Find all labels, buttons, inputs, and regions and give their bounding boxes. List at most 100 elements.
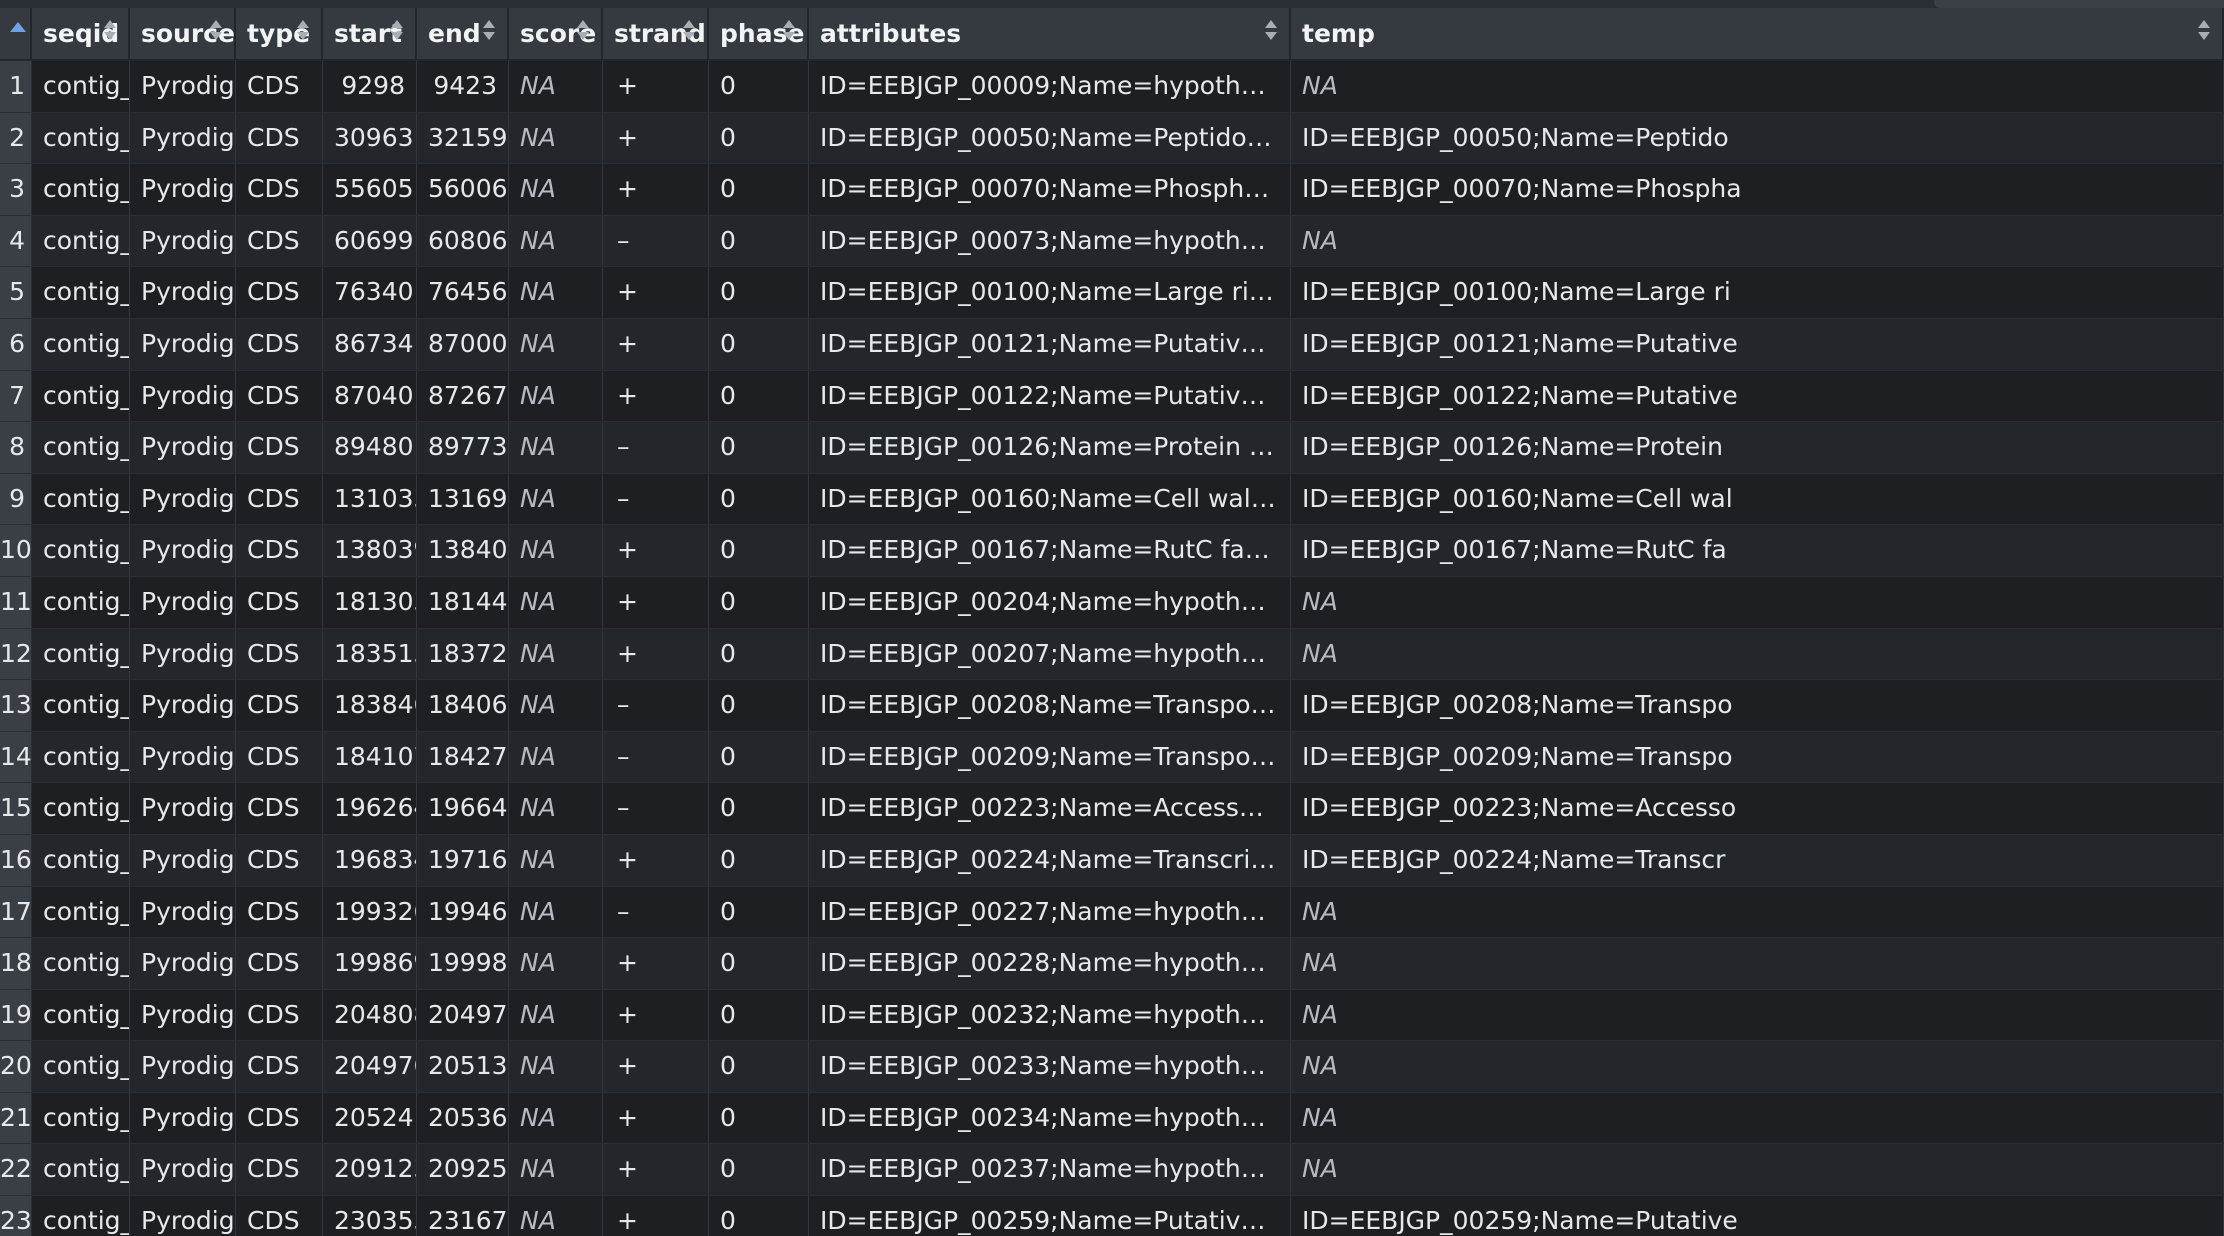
cell-type: CDS [236,886,323,938]
cell-seqid: contig_1 [32,61,130,112]
cell-attributes: ID=EEBJGP_00100;Name=Large ribosomal sub… [809,267,1291,318]
cell-attributes: ID=EEBJGP_00204;Name=hypothetical protei… [809,576,1291,628]
sort-icon[interactable] [1265,20,1277,46]
cell-temp: NA [1291,938,2224,989]
table-row[interactable]: 16contig_1PyrodigalCDS196834197166NA+0ID… [0,834,2224,887]
cell-phase: 0 [709,886,809,938]
table-row[interactable]: 18contig_1PyrodigalCDS199869199982NA+0ID… [0,938,2224,990]
header-label: end [428,19,481,48]
header-seqid[interactable]: seqid [32,8,130,59]
cell-phase: 0 [709,1196,809,1236]
cell-phase: 0 [709,576,809,628]
header-strand[interactable]: strand [603,8,709,59]
sort-ascending-icon[interactable] [10,22,26,32]
cell-start: 183846 [323,680,417,731]
cell-source: Pyrodigal [130,834,236,886]
cell-attributes: ID=EEBJGP_00234;Name=hypothetical protei… [809,1092,1291,1144]
cell-attributes: ID=EEBJGP_00121;Name=Putative 4-diphosph… [809,318,1291,370]
table-row[interactable]: 12contig_1PyrodigalCDS183515183724NA+0ID… [0,628,2224,681]
cell-seqid: contig_1 [32,318,130,370]
cell-source: Pyrodigal [130,989,236,1041]
table-row[interactable]: 20contig_1PyrodigalCDS204976205137NA+0ID… [0,1041,2224,1093]
header-score[interactable]: score [509,8,603,59]
table-row[interactable]: 7contig_1PyrodigalCDS8704087267NA+0ID=EE… [0,370,2224,423]
cell-phase: 0 [709,370,809,422]
header-type[interactable]: type [236,8,323,59]
cell-source: Pyrodigal [130,680,236,731]
table-row[interactable]: 3contig_1PyrodigalCDS5560556006NA+0ID=EE… [0,164,2224,216]
toolbar-tab[interactable] [1934,0,2224,8]
cell-source: Pyrodigal [130,938,236,989]
table-row[interactable]: 19contig_1PyrodigalCDS204808204975NA+0ID… [0,989,2224,1042]
table-row[interactable]: 15contig_1PyrodigalCDS196264196641NA–0ID… [0,783,2224,835]
cell-end: 231672 [417,1196,509,1236]
cell-seqid: contig_1 [32,1196,130,1236]
header-rownum[interactable] [0,8,32,59]
table-row[interactable]: 1contig_1PyrodigalCDS92989423NA+0ID=EEBJ… [0,61,2224,113]
cell-strand: – [603,886,709,938]
header-temp[interactable]: temp [1291,8,2224,59]
cell-type: CDS [236,628,323,680]
row-number: 21 [0,1092,32,1144]
cell-seqid: contig_1 [32,886,130,938]
cell-type: CDS [236,680,323,731]
sort-icon[interactable] [2198,20,2210,46]
table-row[interactable]: 8contig_1PyrodigalCDS8948089773NA–0ID=EE… [0,422,2224,474]
row-number: 6 [0,318,32,370]
cell-attributes: ID=EEBJGP_00009;Name=hypothetical protei… [809,61,1291,112]
cell-strand: + [603,318,709,370]
cell-start: 86734 [323,318,417,370]
sort-icon[interactable] [210,20,222,46]
cell-attributes: ID=EEBJGP_00227;Name=hypothetical protei… [809,886,1291,938]
cell-attributes: ID=EEBJGP_00223;Name=Accessory gene regu… [809,783,1291,834]
table-row[interactable]: 11contig_1PyrodigalCDS181303181443NA+0ID… [0,576,2224,629]
sort-icon[interactable] [577,20,589,46]
cell-phase: 0 [709,525,809,576]
cell-temp: ID=EEBJGP_00259;Name=Putative [1291,1196,2224,1236]
table-row[interactable]: 14contig_1PyrodigalCDS184107184277NA–0ID… [0,731,2224,784]
header-label: attributes [820,19,962,48]
header-attributes[interactable]: attributes [809,8,1291,59]
sort-icon[interactable] [391,20,403,46]
cell-temp: NA [1291,886,2224,938]
cell-end: 60806 [417,215,509,267]
cell-score: NA [509,731,603,783]
cell-score: NA [509,1041,603,1092]
cell-temp: ID=EEBJGP_00208;Name=Transpo [1291,680,2224,731]
cell-source: Pyrodigal [130,370,236,422]
table-row[interactable]: 13contig_1PyrodigalCDS183846184067NA–0ID… [0,680,2224,732]
table-row[interactable]: 2contig_1PyrodigalCDS3096332159NA+0ID=EE… [0,112,2224,165]
table-row[interactable]: 9contig_1PyrodigalCDS131033131698NA–0ID=… [0,473,2224,526]
header-end[interactable]: end [417,8,509,59]
table-row[interactable]: 23contig_1PyrodigalCDS230353231672NA+0ID… [0,1196,2224,1236]
row-number: 19 [0,989,32,1041]
cell-strand: + [603,164,709,215]
cell-type: CDS [236,267,323,318]
viewer-top-edge [0,0,2224,8]
sort-icon[interactable] [297,20,309,46]
cell-seqid: contig_1 [32,628,130,680]
cell-start: 30963 [323,112,417,164]
cell-seqid: contig_1 [32,834,130,886]
sort-icon[interactable] [683,20,695,46]
header-source[interactable]: source [130,8,236,59]
cell-seqid: contig_1 [32,112,130,164]
cell-phase: 0 [709,680,809,731]
table-row[interactable]: 22contig_1PyrodigalCDS209123209254NA+0ID… [0,1144,2224,1197]
sort-icon[interactable] [483,20,495,46]
sort-icon[interactable] [783,20,795,46]
table-row[interactable]: 5contig_1PyrodigalCDS7634076456NA+0ID=EE… [0,267,2224,319]
cell-attributes: ID=EEBJGP_00167;Name=RutC family protein… [809,525,1291,576]
header-start[interactable]: start [323,8,417,59]
header-phase[interactable]: phase [709,8,809,59]
row-number: 18 [0,938,32,989]
table-row[interactable]: 4contig_1PyrodigalCDS6069960806NA–0ID=EE… [0,215,2224,268]
table-row[interactable]: 10contig_1PyrodigalCDS138039138404NA+0ID… [0,525,2224,577]
cell-temp: ID=EEBJGP_00160;Name=Cell wal [1291,473,2224,525]
cell-temp: NA [1291,61,2224,112]
sort-icon[interactable] [104,20,116,46]
table-row[interactable]: 21contig_1PyrodigalCDS205241205360NA+0ID… [0,1092,2224,1145]
cell-type: CDS [236,215,323,267]
table-row[interactable]: 6contig_1PyrodigalCDS8673487000NA+0ID=EE… [0,318,2224,371]
table-row[interactable]: 17contig_1PyrodigalCDS199326199469NA–0ID… [0,886,2224,939]
